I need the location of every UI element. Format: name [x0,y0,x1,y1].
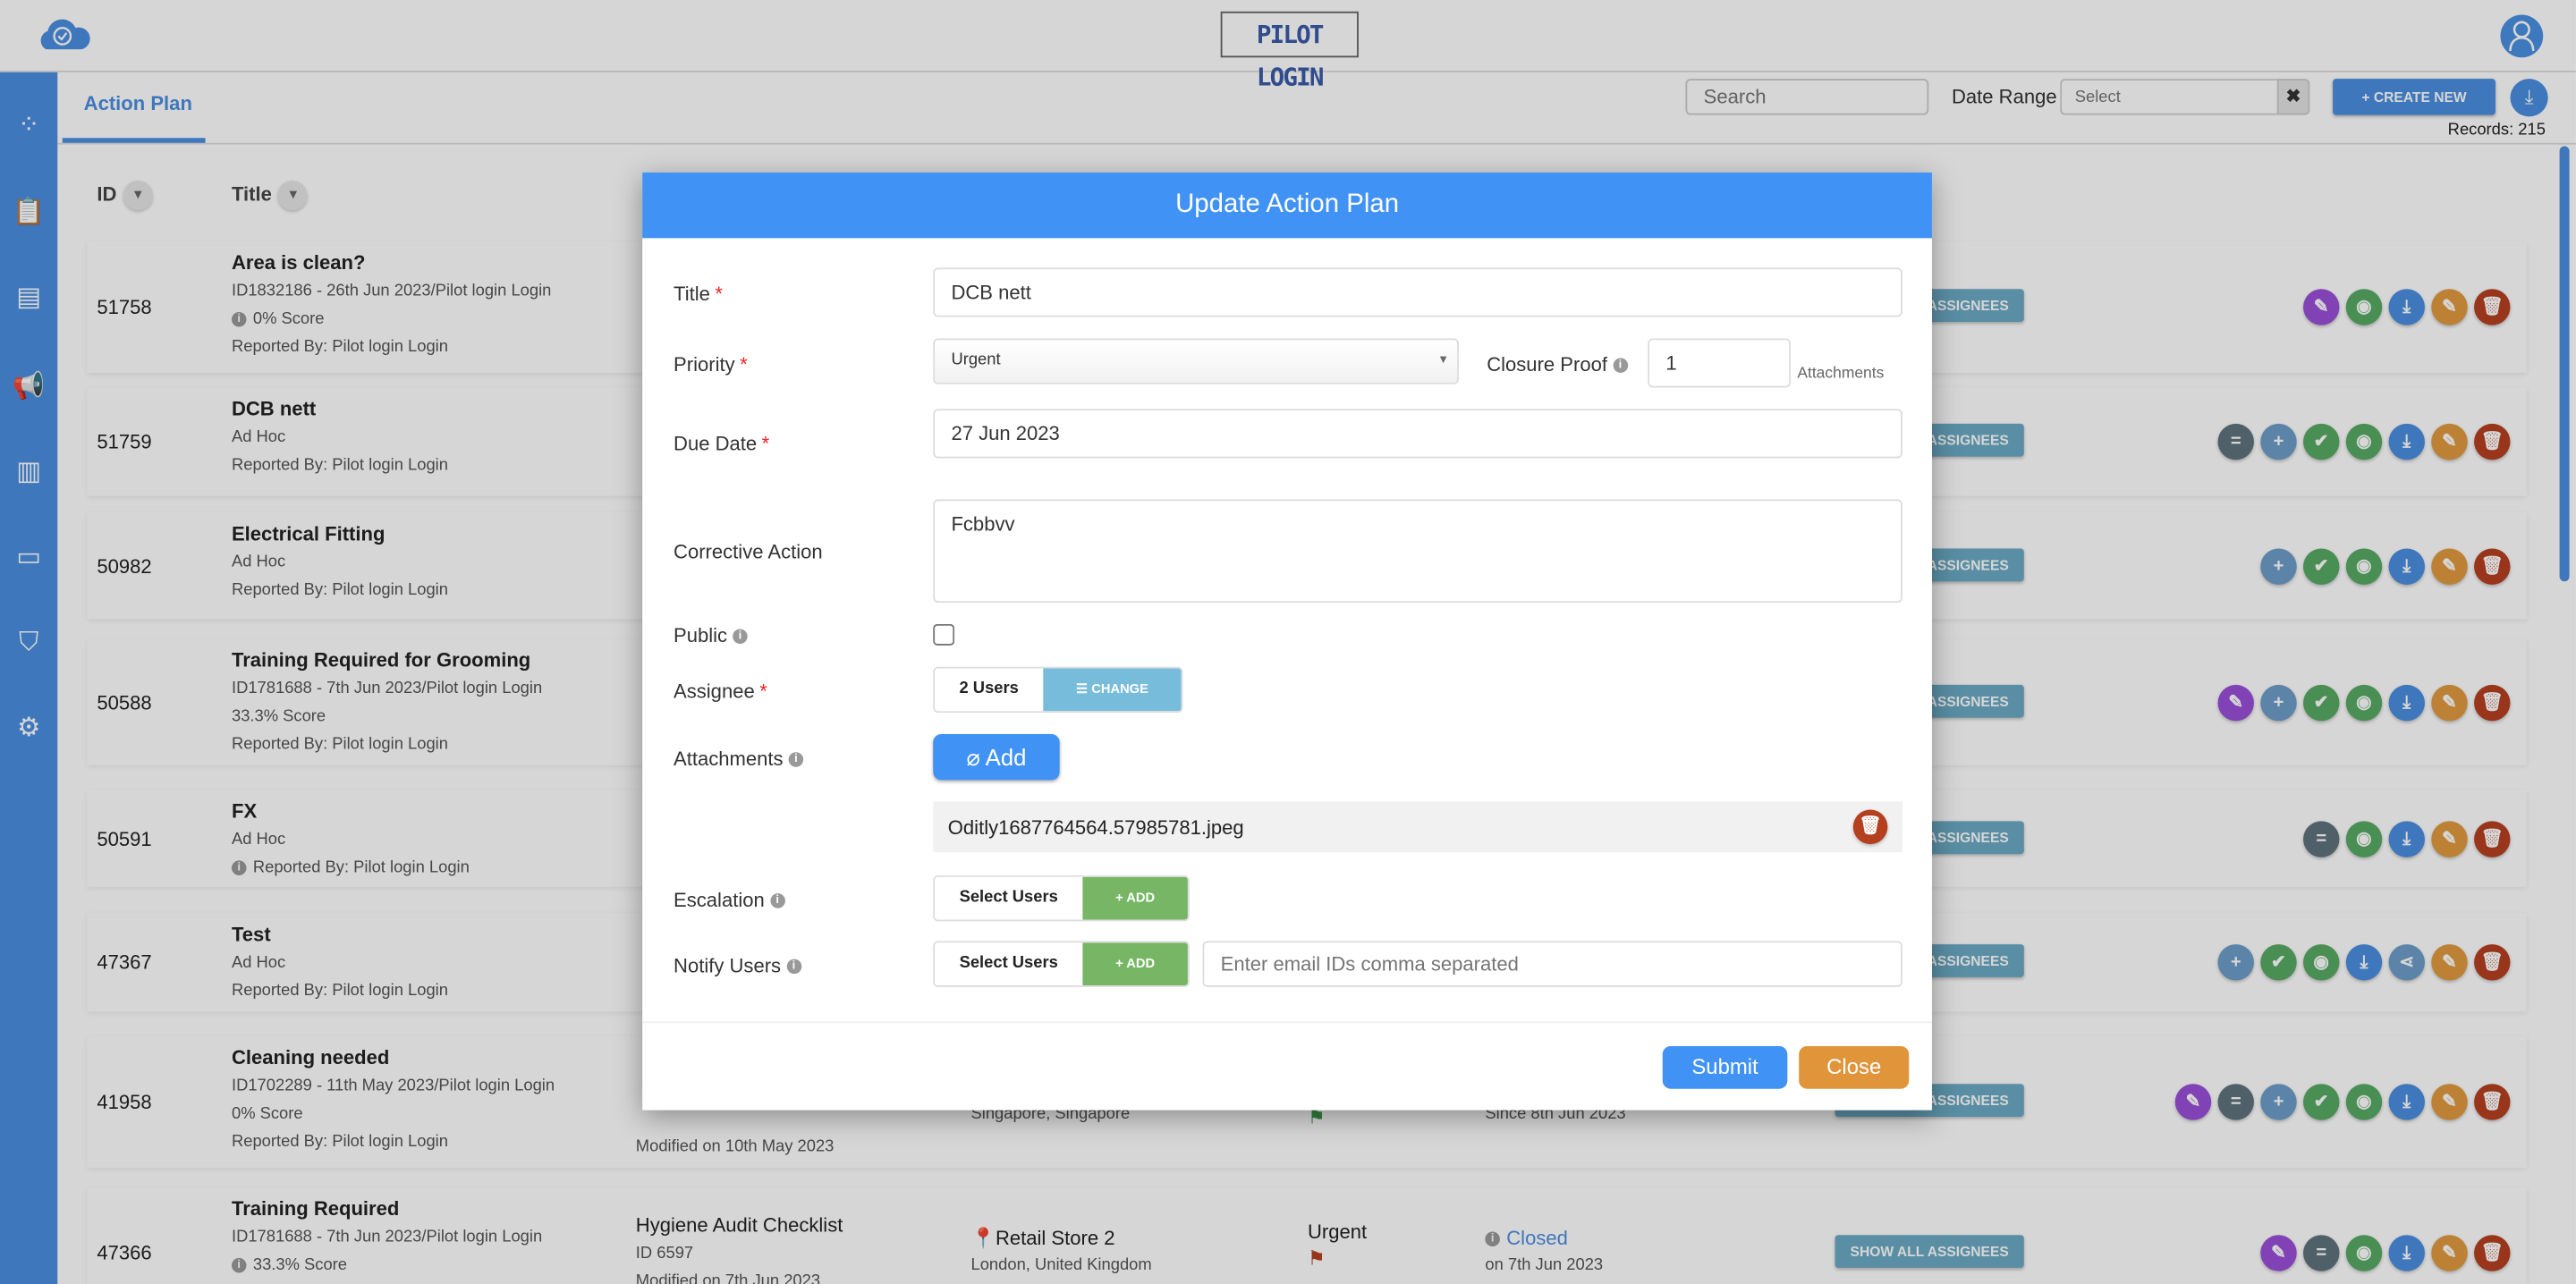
title-label: Title * [674,282,723,306]
list-icon: ☰ [1075,681,1092,697]
escalation-add-button[interactable]: + ADD [1082,876,1188,920]
modal-title: Update Action Plan [642,172,1932,239]
assignee-label: Assignee * [674,680,767,704]
title-input[interactable] [933,267,1902,317]
corrective-action-label: Corrective Action [674,540,823,563]
notify-users-label: Notify Users i [674,954,808,977]
change-assignee-button[interactable]: ☰ CHANGE [1043,668,1182,712]
paperclip-icon: ⌀ [966,744,986,771]
escalation-select-users[interactable]: Select Users [935,876,1083,920]
escalation-group: Select Users + ADD [933,874,1190,922]
close-button[interactable]: Close [1799,1045,1910,1089]
assignee-group: 2 Users ☰ CHANGE [933,666,1183,714]
info-icon: i [733,629,748,645]
modal-divider [642,1021,1932,1024]
notify-add-button[interactable]: + ADD [1082,942,1188,986]
attachments-label: Attachments i [674,748,810,770]
priority-select[interactable]: Urgent ▼ [933,338,1459,384]
update-action-plan-modal: Update Action Plan Title* Priority* Urge… [642,172,1932,1111]
due-date-label: Due Date * [674,432,770,455]
info-icon: i [786,959,801,975]
info-icon: i [788,752,804,768]
notify-email-input[interactable] [1202,941,1902,987]
notify-select-users[interactable]: Select Users [935,942,1083,986]
attachment-filename: Oditly1687764564.57985781.jpeg [947,815,1244,840]
due-date-input[interactable] [933,409,1902,459]
priority-label: Priority * [674,352,748,376]
public-label: Public i [674,624,754,647]
corrective-action-textarea[interactable]: Fcbbvv [933,499,1902,604]
closure-proof-input[interactable] [1648,338,1792,388]
notify-group: Select Users + ADD [933,941,1190,987]
attachment-item: Oditly1687764564.57985781.jpeg 🗑 [933,801,1902,853]
chevron-down-icon: ▼ [1437,354,1449,367]
escalation-label: Escalation i [674,889,792,911]
assignee-count: 2 Users [935,668,1044,712]
closure-proof-label: Closure Proof i [1487,353,1634,376]
submit-button[interactable]: Submit [1662,1045,1788,1089]
closure-proof-unit: Attachments [1797,364,1885,383]
info-icon: i [769,893,785,909]
add-attachment-button[interactable]: ⌀ Add [933,734,1060,781]
public-checkbox[interactable] [933,623,955,646]
info-icon: i [1613,359,1628,374]
delete-attachment-icon[interactable]: 🗑 [1852,809,1888,845]
